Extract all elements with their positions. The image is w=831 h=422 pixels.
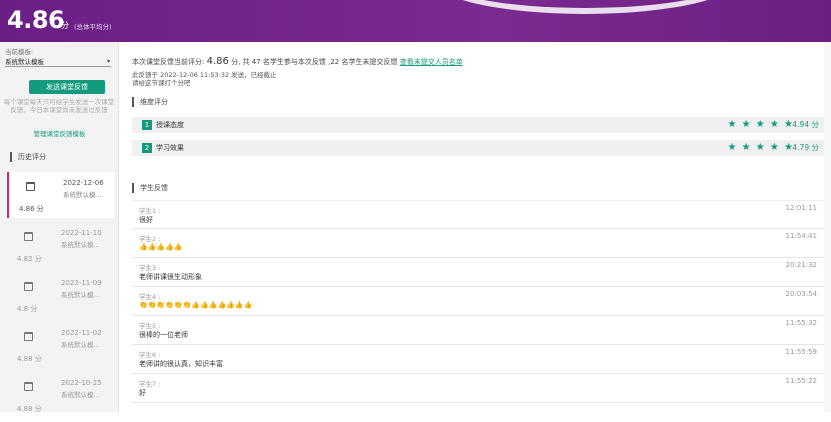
dimension-row: 2 学习效果 ★ ★ ★ ★ ★ 4.79 分	[132, 140, 825, 156]
calendar-icon	[24, 232, 33, 241]
history-date: 2022-12-06	[63, 179, 104, 187]
feedback-text: 👍👍👍👍👍	[139, 243, 183, 251]
history-date: 2022-11-09	[61, 279, 102, 287]
overall-score: 4.86	[7, 6, 65, 34]
history-score: 4.88 分	[17, 355, 42, 363]
student-name: 学生5 :	[139, 322, 161, 330]
summary-line: 本次课堂反馈当前评分: 4.86 分, 共 47 名学生参与本次反馈 ,22 名…	[132, 56, 463, 67]
student-name: 学生3 :	[139, 264, 161, 272]
main-content: 本次课堂反馈当前评分: 4.86 分, 共 47 名学生参与本次反馈 ,22 名…	[119, 42, 831, 412]
feedback-time: 20:03:54	[785, 290, 817, 298]
history-score: 4.86 分	[19, 205, 44, 213]
student-name: 学生7 :	[139, 380, 161, 388]
feedback-time: 11:55:22	[785, 377, 817, 385]
history-score: 4.88 分	[17, 405, 42, 413]
dimension-name: 授课态度	[156, 121, 184, 129]
dimension-name: 学习效果	[156, 144, 184, 152]
header-decoration	[430, 0, 740, 14]
history-template: 系统默认模...	[61, 341, 100, 349]
score-subtitle: (总体平均分)	[74, 23, 112, 31]
feedback-text: 很好	[139, 216, 153, 224]
history-template: 系统默认模...	[61, 291, 100, 299]
view-unsubmitted-link[interactable]: 查看未提交人员名单	[400, 58, 463, 66]
history-date: 2022-11-10	[61, 229, 102, 237]
history-template: 系统默认模...	[63, 191, 102, 199]
calendar-icon	[24, 332, 33, 341]
feedback-item: 学生5 : 很棒的一位老师 11:55:32	[132, 316, 825, 345]
send-hint: 每个课堂每天只可给学生发送一次课堂反馈，今日本课堂尚未发送过反馈	[3, 98, 115, 114]
calendar-icon	[24, 282, 33, 291]
history-item[interactable]: 2022-10-25 系统默认模... 4.88 分	[7, 372, 114, 418]
dimension-score: 4.79 分	[792, 143, 819, 152]
history-date: 2022-10-25	[61, 379, 102, 387]
dimension-score: 4.94 分	[792, 120, 819, 129]
feedback-time: 11:55:32	[785, 319, 817, 327]
student-name: 学生2 :	[139, 235, 161, 243]
send-feedback-button[interactable]: 发送课堂反馈	[29, 80, 105, 94]
history-template: 系统默认模...	[61, 391, 100, 399]
feedback-list: 学生1 : 很好 12:01:11 学生2 : 👍👍👍👍👍 11:54:41 学…	[132, 200, 825, 403]
scrollbar[interactable]	[824, 42, 831, 412]
student-name: 学生1 :	[139, 207, 161, 215]
chevron-down-icon: ▾	[106, 58, 110, 65]
dimension-number: 2	[142, 143, 152, 153]
feedback-title: 学生反馈	[132, 183, 168, 193]
feedback-time: 12:01:11	[785, 204, 817, 212]
feedback-text: 好	[139, 389, 146, 397]
dimension-number: 1	[142, 120, 152, 130]
feedback-time: 11:55:59	[785, 348, 817, 356]
feedback-time: 20:21:32	[785, 261, 817, 269]
history-item[interactable]: 2022-11-09 系统默认模... 4.8 分	[7, 272, 114, 318]
calendar-icon	[26, 182, 35, 191]
history-list: 2022-12-06 系统默认模... 4.86 分 2022-11-10 系统…	[7, 172, 114, 422]
student-name: 学生4 :	[139, 293, 161, 301]
template-select[interactable]: 系统默认模板 ▾	[5, 56, 111, 67]
feedback-text: 很棒的一位老师	[139, 331, 188, 339]
dimension-row: 1 授课态度 ★ ★ ★ ★ ★ 4.94 分	[132, 117, 825, 133]
score-unit: 分	[61, 21, 69, 30]
feedback-item: 学生2 : 👍👍👍👍👍 11:54:41	[132, 229, 825, 258]
feedback-prompt: 请给这节课打个分吧	[132, 78, 191, 87]
sent-info: 此反馈于 2022-12-06 11:53:32 发送，已经截止 请给这节课打个…	[132, 71, 277, 87]
history-item[interactable]: 2022-11-10 系统默认模... 4.82 分	[7, 222, 114, 268]
star-rating-icon: ★ ★ ★ ★ ★	[727, 142, 794, 153]
history-date: 2022-11-02	[61, 329, 102, 337]
feedback-time: 11:54:41	[785, 232, 817, 240]
template-select-value: 系统默认模板	[5, 58, 44, 66]
history-item[interactable]: 2022-11-02 系统默认模... 4.88 分	[7, 322, 114, 368]
star-rating-icon: ★ ★ ★ ★ ★	[727, 119, 794, 130]
history-item[interactable]: 2022-12-06 系统默认模... 4.86 分	[7, 172, 114, 218]
feedback-item: 学生1 : 很好 12:01:11	[132, 200, 825, 229]
calendar-icon	[24, 382, 33, 391]
sidebar: 当前模板: 系统默认模板 ▾ 发送课堂反馈 每个课堂每天只可给学生发送一次课堂反…	[0, 42, 119, 413]
feedback-text: 老师讲课很生动形象	[139, 273, 202, 281]
history-template: 系统默认模...	[61, 241, 100, 249]
template-label: 当前模板:	[5, 48, 34, 56]
feedback-item: 学生3 : 老师讲课很生动形象 20:21:32	[132, 258, 825, 287]
history-title: 历史评分	[10, 152, 46, 162]
feedback-text: 👏👏👏👏👏👏👍👍👍👍👍👍👍	[139, 301, 253, 309]
summary-suffix: 分, 共 47 名学生参与本次反馈 ,22 名学生未提交反馈	[231, 58, 398, 66]
manage-templates-link[interactable]: 管理课堂反馈模板	[0, 128, 119, 138]
feedback-item: 学生7 : 好 11:55:22	[132, 374, 825, 403]
feedback-item: 学生4 : 👏👏👏👏👏👏👍👍👍👍👍👍👍 20:03:54	[132, 287, 825, 316]
score-header: 4.86 分 (总体平均分)	[0, 0, 831, 42]
summary-prefix: 本次课堂反馈当前评分:	[132, 58, 205, 66]
history-score: 4.82 分	[17, 255, 42, 263]
history-score: 4.8 分	[17, 305, 38, 313]
summary-score: 4.86	[206, 56, 229, 67]
feedback-text: 老师讲的很认真，知识丰富	[139, 360, 223, 368]
dimension-title: 维度评分	[132, 97, 168, 107]
feedback-item: 学生6 : 老师讲的很认真，知识丰富 11:55:59	[132, 345, 825, 374]
student-name: 学生6 :	[139, 351, 161, 359]
